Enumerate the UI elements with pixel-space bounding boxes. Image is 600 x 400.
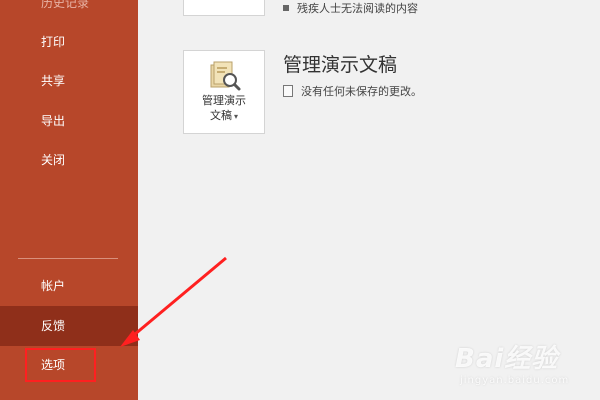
check-issues-tile[interactable] xyxy=(183,0,265,16)
sidebar-divider xyxy=(18,258,118,259)
backstage-sidebar: 历史记录 打印 共享 导出 关闭 帐户 反馈 选项 xyxy=(0,0,138,400)
nav-print[interactable]: 打印 xyxy=(0,22,138,62)
nav-share[interactable]: 共享 xyxy=(0,61,138,101)
annotation-highlight-box xyxy=(25,348,96,382)
manage-status: 没有任何未保存的更改。 xyxy=(283,83,422,99)
nav-account[interactable]: 帐户 xyxy=(0,266,138,306)
inspect-bullet: 残疾人士无法阅读的内容 xyxy=(283,0,418,15)
nav-export[interactable]: 导出 xyxy=(0,101,138,141)
baidu-jingyan-watermark: Bai经验 jingyan.baidu.com xyxy=(455,344,570,386)
manage-tile-label: 管理演示 文稿 ▾ xyxy=(202,94,246,122)
nav-history[interactable]: 历史记录 xyxy=(0,0,138,23)
nav-close[interactable]: 关闭 xyxy=(0,140,138,180)
folder-magnifier-icon xyxy=(210,61,241,91)
bullet-square-icon xyxy=(283,5,289,11)
caret-down-icon: ▾ xyxy=(233,112,238,121)
manage-presentation-button[interactable]: 管理演示 文稿 ▾ xyxy=(183,50,265,134)
document-icon xyxy=(283,85,293,97)
manage-section-title: 管理演示文稿 xyxy=(283,54,398,76)
nav-feedback[interactable]: 反馈 xyxy=(0,306,138,346)
